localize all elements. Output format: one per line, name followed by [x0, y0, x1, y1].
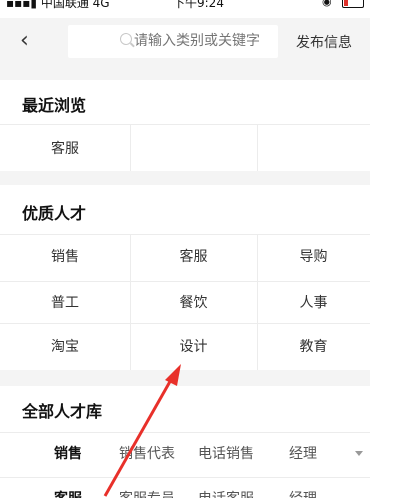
carrier-signal: ▪▪▪▮ 中国联通 4G [6, 0, 110, 11]
search-input[interactable] [134, 25, 274, 58]
subcategory-tab[interactable]: 经理 [289, 488, 317, 498]
category-tab-active[interactable]: 销售 [54, 443, 82, 463]
subcategory-tab[interactable]: 经理 [289, 443, 317, 463]
subcategory-tab[interactable]: 销售代表 [119, 443, 175, 463]
quality-item-cell[interactable]: 餐饮 [130, 284, 257, 322]
search-box[interactable] [68, 25, 278, 58]
quality-item-cell[interactable]: 普工 [0, 284, 130, 322]
all-talent-section-title: 全部人才库 [22, 402, 103, 421]
search-icon [120, 33, 132, 45]
quality-item-cell[interactable]: 导购 [257, 238, 370, 276]
divider [0, 323, 370, 324]
section-spacer [0, 66, 370, 80]
divider [0, 124, 370, 125]
publish-button[interactable]: 发布信息 [296, 32, 352, 52]
quality-item-cell[interactable]: 客服 [130, 238, 257, 276]
status-time: 下午9:24 [173, 0, 224, 10]
app-screen: ▪▪▪▮ 中国联通 4G 下午9:24 ◉ ‹ 发布信息 最近浏览 客服 优质人… [0, 0, 370, 498]
section-spacer [0, 171, 370, 185]
grid-divider [257, 125, 258, 171]
grid-divider [130, 125, 131, 171]
quality-item-cell[interactable]: 教育 [257, 328, 370, 366]
recent-section-title: 最近浏览 [22, 96, 87, 115]
subcategory-tab[interactable]: 客服专员 [119, 488, 175, 498]
quality-item-cell[interactable]: 人事 [257, 284, 370, 322]
divider [0, 234, 370, 235]
quality-section-title: 优质人才 [22, 204, 87, 223]
category-tab[interactable]: 客服 [54, 488, 82, 498]
subcategory-tab[interactable]: 电话客服 [198, 488, 254, 498]
divider [0, 432, 370, 433]
back-chevron-icon[interactable]: ‹ [20, 28, 29, 53]
status-bar: ▪▪▪▮ 中国联通 4G 下午9:24 ◉ [0, 0, 370, 18]
recent-item-cell[interactable]: 客服 [0, 130, 130, 168]
subcategory-tab[interactable]: 电话销售 [198, 443, 254, 463]
quality-item-cell[interactable]: 设计 [130, 328, 257, 366]
carrier-text: 中国联通 4G [40, 0, 110, 10]
expand-dropdown-icon[interactable] [355, 451, 363, 456]
divider [0, 477, 370, 478]
divider [0, 281, 370, 282]
alarm-icon: ◉ [322, 0, 332, 8]
top-nav-bar: ‹ 发布信息 [0, 18, 370, 66]
quality-item-cell[interactable]: 销售 [0, 238, 130, 276]
quality-item-cell[interactable]: 淘宝 [0, 328, 130, 366]
battery-icon [342, 0, 364, 8]
section-spacer [0, 370, 370, 386]
